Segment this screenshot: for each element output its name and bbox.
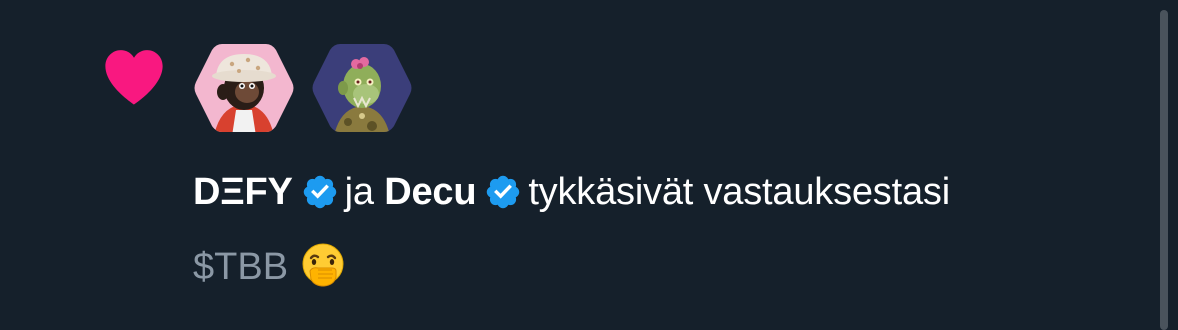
user-name-decu[interactable]: Decu: [384, 171, 476, 213]
avatar-defy[interactable]: [192, 40, 296, 136]
user-name-defy[interactable]: DΞFY: [193, 171, 293, 213]
avatar-group: [192, 40, 414, 136]
heart-icon: [105, 50, 163, 105]
like-notification[interactable]: DΞFY ja Decu tykkäsivät vastauksestasi $…: [0, 0, 1178, 330]
liked-tweet-preview[interactable]: $TBB: [193, 241, 348, 293]
verified-badge-icon: [487, 175, 520, 209]
verified-badge-icon: [303, 175, 336, 209]
tweet-text: $TBB: [193, 246, 289, 288]
action-text: tykkäsivät vastauksestasi: [528, 171, 950, 213]
connector-text: ja: [344, 171, 374, 213]
avatar-decu[interactable]: [310, 40, 414, 136]
scrollbar[interactable]: [1160, 10, 1168, 330]
notification-message: DΞFY ja Decu tykkäsivät vastauksestasi: [193, 166, 950, 218]
face-with-hand-over-mouth-emoji: [302, 243, 344, 287]
